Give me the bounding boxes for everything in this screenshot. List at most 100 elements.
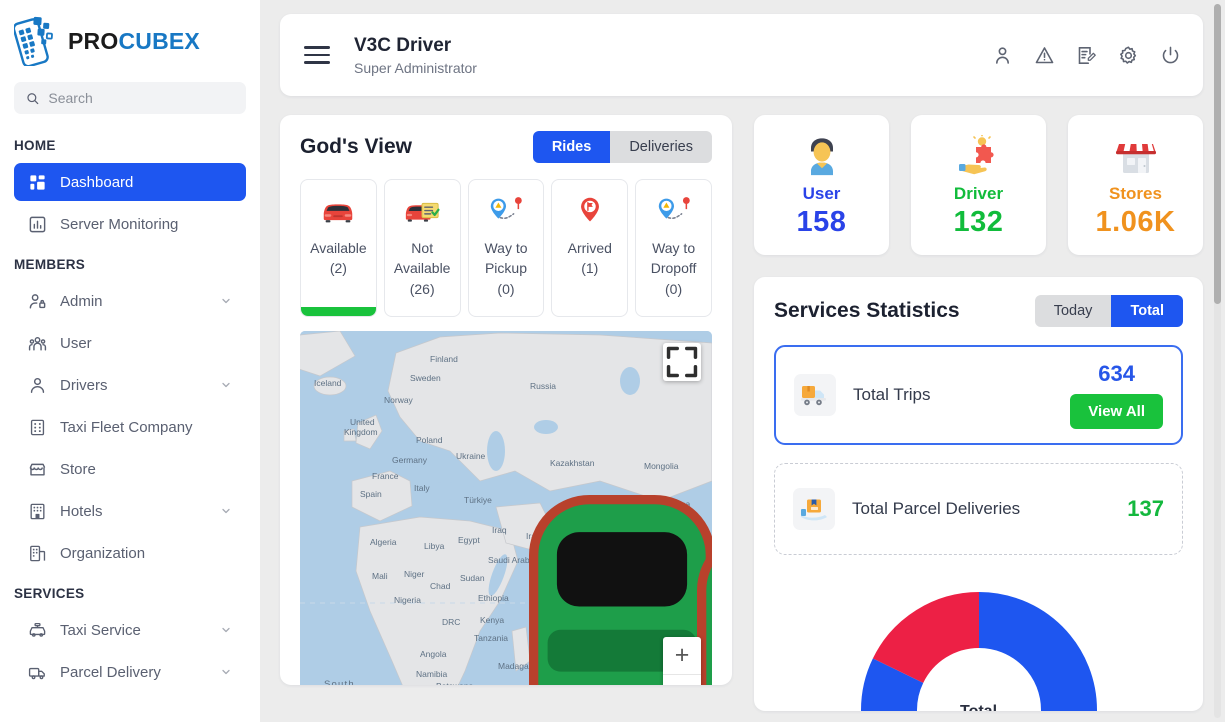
search-input[interactable] xyxy=(48,90,234,106)
status-card-arrived[interactable]: Arrived (1) xyxy=(551,179,629,317)
service-value: 634 xyxy=(1098,361,1135,386)
service-value: 137 xyxy=(1127,496,1164,521)
page-subtitle: Super Administrator xyxy=(354,60,477,77)
parcel-hand-icon xyxy=(793,488,835,530)
toggle-today[interactable]: Today xyxy=(1034,295,1112,327)
brand-logo[interactable]: PROCUBEX xyxy=(0,0,260,76)
status-label: Arrived xyxy=(567,240,612,256)
svg-text:Kazakhstan: Kazakhstan xyxy=(550,458,595,468)
map-fullscreen-button[interactable] xyxy=(663,343,701,381)
kpi-card-stores[interactable]: Stores 1.06K xyxy=(1068,115,1203,255)
view-all-button[interactable]: View All xyxy=(1070,394,1163,429)
status-card-not-available[interactable]: Not Available (26) xyxy=(383,179,461,317)
kpi-card-user[interactable]: User 158 xyxy=(754,115,889,255)
sidebar-item-taxi-service[interactable]: Taxi Service xyxy=(14,611,246,649)
kpi-row: User 158 Driver 132 Stores 1.06K xyxy=(754,115,1203,255)
gods-view-map[interactable]: Iceland Finland Sweden Norway Russia Uni… xyxy=(300,331,712,685)
svg-text:Sweden: Sweden xyxy=(410,373,441,383)
sidebar-item-label: Taxi Service xyxy=(60,621,141,639)
delivery-truck-box-icon xyxy=(794,374,836,416)
sidebar-item-taxi-fleet-company[interactable]: Taxi Fleet Company xyxy=(14,408,246,446)
topbar-titles: V3C Driver Super Administrator xyxy=(354,34,477,77)
svg-text:France: France xyxy=(372,471,399,481)
edit-document-icon[interactable] xyxy=(1076,45,1097,66)
svg-text:Finland: Finland xyxy=(430,354,458,364)
services-statistics-title: Services Statistics xyxy=(774,299,960,322)
toggle-deliveries[interactable]: Deliveries xyxy=(610,131,712,163)
status-selected-bar xyxy=(301,307,376,316)
toggle-total[interactable]: Total xyxy=(1111,295,1183,327)
kpi-value: 1.06K xyxy=(1095,206,1176,238)
brand-name-cubex: CUBEX xyxy=(118,27,200,54)
profile-icon[interactable] xyxy=(992,45,1013,66)
car-form-icon xyxy=(403,191,441,231)
toggle-rides[interactable]: Rides xyxy=(532,131,611,163)
status-card-text: Not Available (26) xyxy=(389,238,456,299)
sidebar-item-organization[interactable]: Organization xyxy=(14,534,246,572)
search-icon xyxy=(27,92,39,104)
svg-text:Spain: Spain xyxy=(360,489,382,499)
main-content: V3C Driver Super Administrator God's Vie… xyxy=(260,0,1225,722)
status-card-way-to-dropoff[interactable]: Way to Dropoff (0) xyxy=(635,179,712,317)
status-card-text: Arrived (1) xyxy=(568,238,612,279)
user-avatar-icon xyxy=(801,131,843,177)
flag-pin-icon xyxy=(571,191,609,231)
settings-gear-icon[interactable] xyxy=(1118,45,1139,66)
store-icon xyxy=(1115,131,1157,177)
brand-name-pro: PRO xyxy=(68,27,119,54)
svg-text:Norway: Norway xyxy=(384,395,414,405)
svg-text:Mali: Mali xyxy=(372,571,388,581)
kpi-label: Stores xyxy=(1109,184,1162,203)
sidebar-nav: HOME Dashboard Server Monitoring MEMBERS… xyxy=(0,128,260,691)
person-icon xyxy=(30,377,45,393)
power-icon[interactable] xyxy=(1160,45,1181,66)
chevron-down-icon xyxy=(222,669,230,675)
status-card-way-to-pickup[interactable]: Way to Pickup (0) xyxy=(467,179,545,317)
status-label: Way to Pickup xyxy=(484,240,528,277)
hamburger-icon[interactable] xyxy=(304,41,330,69)
map-zoom-in-button[interactable]: + xyxy=(663,637,701,675)
status-count: (0) xyxy=(497,280,515,297)
sidebar-item-dashboard[interactable]: Dashboard xyxy=(14,163,246,201)
route-pin-icon xyxy=(655,191,693,231)
delivery-truck-icon xyxy=(28,667,45,679)
svg-text:Mongolia: Mongolia xyxy=(644,461,679,471)
warning-icon[interactable] xyxy=(1034,45,1055,66)
map-zoom-out-button[interactable]: − xyxy=(663,675,701,686)
status-card-text: Way to Dropoff (0) xyxy=(640,238,707,299)
svg-text:United: United xyxy=(350,417,375,427)
user-lock-icon xyxy=(29,293,46,309)
sidebar-item-user[interactable]: User xyxy=(14,324,246,362)
sidebar-item-server-monitoring[interactable]: Server Monitoring xyxy=(14,205,246,243)
chevron-down-icon xyxy=(222,508,230,514)
users-group-icon xyxy=(28,336,47,351)
services-donut-chart: Total xyxy=(774,585,1183,711)
sidebar-item-hotels[interactable]: Hotels xyxy=(14,492,246,530)
nav-section-members: MEMBERS xyxy=(14,257,86,272)
page-scrollbar[interactable] xyxy=(1214,4,1221,718)
scrollbar-thumb[interactable] xyxy=(1214,4,1221,304)
bar-chart-icon xyxy=(29,216,46,232)
service-name: Total Trips xyxy=(853,385,931,405)
hotel-icon xyxy=(30,503,45,519)
search-box[interactable] xyxy=(14,82,246,114)
status-card-available[interactable]: Available (2) xyxy=(300,179,377,317)
status-label: Not Available xyxy=(393,240,451,277)
sidebar-item-drivers[interactable]: Drivers xyxy=(14,366,246,404)
fullscreen-icon xyxy=(666,346,698,378)
status-count: (26) xyxy=(409,280,435,297)
service-metrics: 634 View All xyxy=(1070,361,1163,429)
svg-text:Algeria: Algeria xyxy=(370,537,397,547)
service-row-total-trips[interactable]: Total Trips 634 View All xyxy=(774,345,1183,445)
donut-svg xyxy=(860,592,1097,711)
svg-text:Poland: Poland xyxy=(416,435,443,445)
kpi-card-driver[interactable]: Driver 132 xyxy=(911,115,1046,255)
sidebar-item-parcel-delivery[interactable]: Parcel Delivery xyxy=(14,653,246,691)
sidebar-item-admin[interactable]: Admin xyxy=(14,282,246,320)
sidebar-item-label: Taxi Fleet Company xyxy=(60,418,193,436)
svg-text:South: South xyxy=(324,679,355,685)
sidebar-item-store[interactable]: Store xyxy=(14,450,246,488)
service-row-total-parcel-deliveries[interactable]: Total Parcel Deliveries 137 xyxy=(774,463,1183,555)
brand-name: PROCUBEX xyxy=(68,28,200,55)
today-total-toggle: Today Total xyxy=(1034,295,1183,327)
